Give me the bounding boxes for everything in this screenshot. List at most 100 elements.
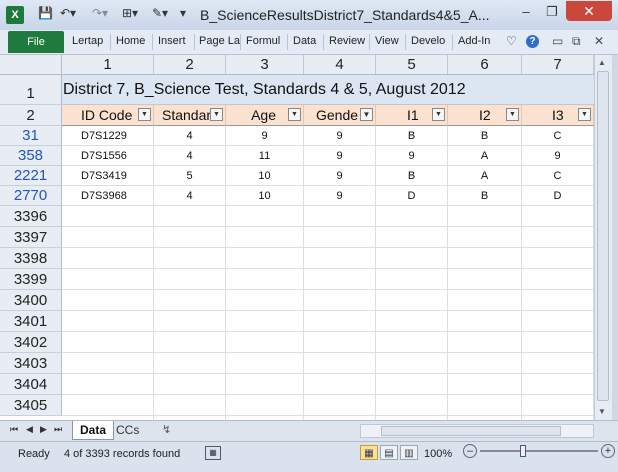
filter-dropdown-icon[interactable]: ▼: [506, 108, 519, 121]
cell-id-code[interactable]: D7S3419: [62, 166, 154, 186]
column-header-5[interactable]: 5: [376, 55, 448, 74]
next-sheet-icon[interactable]: ▶: [40, 424, 47, 435]
cell-i2[interactable]: B: [448, 186, 522, 206]
cell-i3[interactable]: C: [522, 166, 594, 186]
last-sheet-icon[interactable]: ⏭: [54, 424, 62, 435]
tab-view[interactable]: View: [375, 35, 399, 47]
row-header-3403[interactable]: 3403: [0, 353, 62, 374]
insert-sheet-icon[interactable]: ↯: [162, 423, 171, 436]
row-header-3396[interactable]: 3396: [0, 206, 62, 227]
tab-home[interactable]: Home: [116, 35, 145, 47]
select-all-corner[interactable]: [0, 55, 62, 74]
row-header-3401[interactable]: 3401: [0, 311, 62, 332]
redo-icon[interactable]: ↷▾: [92, 6, 108, 20]
close-workbook-icon[interactable]: ✕: [594, 34, 604, 48]
row-header-2[interactable]: 2: [0, 105, 62, 126]
row-header-3404[interactable]: 3404: [0, 374, 62, 395]
header-standard[interactable]: Standar ▼: [154, 105, 226, 126]
tab-lertap[interactable]: Lertap: [72, 35, 103, 47]
cell-i2[interactable]: A: [448, 146, 522, 166]
horizontal-scrollbar[interactable]: [360, 424, 594, 438]
column-header-7[interactable]: 7: [522, 55, 594, 74]
cell-i2[interactable]: B: [448, 126, 522, 146]
save-icon[interactable]: 💾: [38, 6, 53, 20]
filter-dropdown-icon[interactable]: ▼: [138, 108, 151, 121]
row-header-358[interactable]: 358: [0, 146, 62, 166]
customize-toolbar-icon[interactable]: ▾: [180, 6, 186, 20]
undo-icon[interactable]: ↶▾: [60, 6, 76, 20]
row-header-3399[interactable]: 3399: [0, 269, 62, 290]
tab-add-ins[interactable]: Add-In: [458, 35, 490, 47]
cell-gender[interactable]: 9: [304, 186, 376, 206]
zoom-slider-knob[interactable]: [520, 445, 526, 457]
zoom-level[interactable]: 100%: [424, 448, 452, 460]
cell-age[interactable]: 10: [226, 166, 304, 186]
column-header-4[interactable]: 4: [304, 55, 376, 74]
minimize-workbook-icon[interactable]: ▭: [552, 34, 563, 48]
tab-review[interactable]: Review: [329, 35, 365, 47]
cell-gender[interactable]: 9: [304, 126, 376, 146]
heart-icon[interactable]: ♡: [506, 34, 517, 48]
header-i2[interactable]: I2 ▼: [448, 105, 522, 126]
cell-id-code[interactable]: D7S1556: [62, 146, 154, 166]
filter-active-icon[interactable]: ▼: [360, 108, 373, 121]
cell-i3[interactable]: C: [522, 126, 594, 146]
header-id-code[interactable]: ID Code ▼: [62, 105, 154, 126]
column-header-1[interactable]: 1: [62, 55, 154, 74]
cell-i2[interactable]: A: [448, 166, 522, 186]
sheet-tab-ccs[interactable]: CCs: [116, 423, 139, 437]
cell-standard[interactable]: 4: [154, 126, 226, 146]
macro-record-icon[interactable]: ▦: [205, 446, 221, 460]
layout-icon[interactable]: ⊞▾: [122, 6, 138, 20]
row-header-1[interactable]: 1: [0, 75, 62, 105]
page-layout-view-icon[interactable]: ▤: [380, 445, 398, 460]
cell-i1[interactable]: B: [376, 126, 448, 146]
cell-i1[interactable]: 9: [376, 146, 448, 166]
cell-standard[interactable]: 5: [154, 166, 226, 186]
filter-dropdown-icon[interactable]: ▼: [578, 108, 591, 121]
scroll-up-icon[interactable]: ▲: [598, 58, 606, 67]
column-header-6[interactable]: 6: [448, 55, 522, 74]
cell-standard[interactable]: 4: [154, 146, 226, 166]
filter-dropdown-icon[interactable]: ▼: [288, 108, 301, 121]
close-window-button[interactable]: ✕: [566, 1, 612, 21]
cell-gender[interactable]: 9: [304, 166, 376, 186]
row-header-3397[interactable]: 3397: [0, 227, 62, 248]
vertical-scrollbar[interactable]: ▲ ▼: [594, 55, 612, 420]
vertical-scroll-thumb[interactable]: [597, 71, 609, 401]
cell-i3[interactable]: D: [522, 186, 594, 206]
prev-sheet-icon[interactable]: ◀: [26, 424, 33, 435]
help-icon[interactable]: ?: [526, 35, 539, 48]
cell-age[interactable]: 9: [226, 126, 304, 146]
cell-i1[interactable]: B: [376, 166, 448, 186]
cell-age[interactable]: 11: [226, 146, 304, 166]
filter-dropdown-icon[interactable]: ▼: [210, 108, 223, 121]
restore-window-button[interactable]: ❐: [540, 2, 564, 22]
row-header-3400[interactable]: 3400: [0, 290, 62, 311]
cell-id-code[interactable]: D7S1229: [62, 126, 154, 146]
header-i1[interactable]: I1 ▼: [376, 105, 448, 126]
cell-id-code[interactable]: D7S3968: [62, 186, 154, 206]
cell-age[interactable]: 10: [226, 186, 304, 206]
zoom-in-button[interactable]: +: [601, 444, 615, 458]
first-sheet-icon[interactable]: ⏮: [10, 424, 18, 435]
worksheet-grid[interactable]: 1 2 31 358 2221 2770 3396 3397 3398 3399…: [0, 75, 594, 420]
row-header-2770[interactable]: 2770: [0, 186, 62, 206]
row-header-3398[interactable]: 3398: [0, 248, 62, 269]
cell-gender[interactable]: 9: [304, 146, 376, 166]
tab-data[interactable]: Data: [293, 35, 316, 47]
minimize-window-button[interactable]: –: [514, 2, 538, 22]
zoom-out-button[interactable]: –: [463, 444, 477, 458]
tab-insert[interactable]: Insert: [158, 35, 186, 47]
page-break-view-icon[interactable]: ▥: [400, 445, 418, 460]
tab-page-layout[interactable]: Page La: [199, 35, 240, 47]
excel-app-icon[interactable]: X: [6, 6, 24, 24]
row-header-3405[interactable]: 3405: [0, 395, 62, 416]
row-header-3402[interactable]: 3402: [0, 332, 62, 353]
row-header-31[interactable]: 31: [0, 126, 62, 146]
cell-standard[interactable]: 4: [154, 186, 226, 206]
format-painter-icon[interactable]: ✎▾: [152, 6, 168, 20]
zoom-slider-track[interactable]: [480, 450, 598, 452]
normal-view-icon[interactable]: ▦: [360, 445, 378, 460]
row-header-2221[interactable]: 2221: [0, 166, 62, 186]
